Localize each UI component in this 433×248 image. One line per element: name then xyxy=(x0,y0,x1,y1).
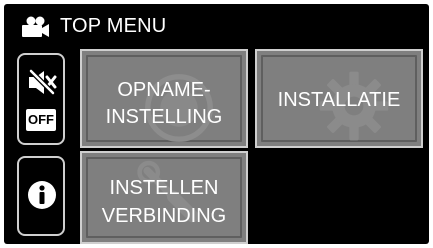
connection-settings-tile[interactable]: INSTELLEN VERBINDING xyxy=(80,151,248,244)
record-settings-label-line1: OPNAME- xyxy=(117,79,211,101)
mute-button[interactable]: OFF xyxy=(17,53,65,145)
record-settings-label-line2: INSTELLING xyxy=(105,106,223,128)
info-icon xyxy=(28,181,56,209)
top-menu-header: TOP MENU xyxy=(4,4,429,48)
record-settings-tile[interactable]: OPNAME- INSTELLING xyxy=(80,49,248,148)
connection-settings-label-line1: INSTELLEN xyxy=(109,177,219,199)
screen: TOP MENU OFF OPNAME- INSTELLING INSTALLA… xyxy=(4,4,429,244)
setup-tile[interactable]: INSTALLATIE xyxy=(255,49,423,148)
setup-label: INSTALLATIE xyxy=(277,89,401,111)
connection-settings-label-line2: VERBINDING xyxy=(101,205,227,227)
off-badge: OFF xyxy=(26,109,56,131)
mute-icon xyxy=(28,68,57,96)
info-button[interactable] xyxy=(17,156,65,236)
page-title: TOP MENU xyxy=(60,15,167,37)
video-camera-icon xyxy=(22,16,49,37)
